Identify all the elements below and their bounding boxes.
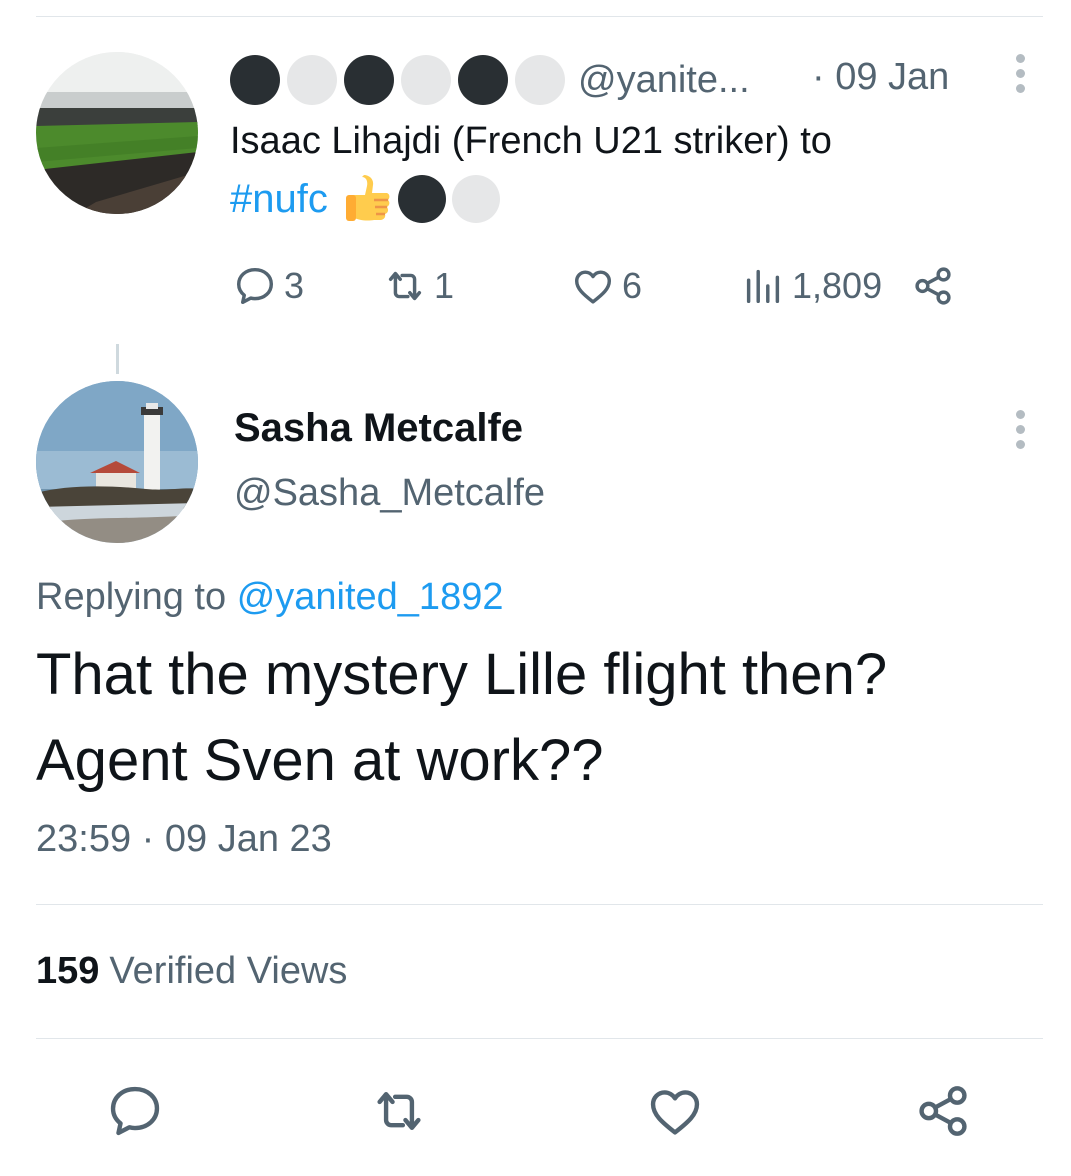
parent-reply-button[interactable]: 3 <box>232 258 304 314</box>
parent-action-bar: 3 1 6 1,809 <box>232 258 972 314</box>
white-circle-emoji <box>515 55 565 105</box>
reply-action-bar <box>0 1076 1071 1146</box>
black-circle-emoji <box>230 55 280 105</box>
stadium-avatar-image <box>36 52 198 214</box>
reply-tweet-text: That the mystery Lille flight then? Agen… <box>36 632 1046 804</box>
parent-avatar[interactable] <box>36 52 198 214</box>
reply-text-line1: That the mystery Lille flight then? <box>36 642 888 707</box>
parent-share-button[interactable] <box>910 258 956 314</box>
replying-to-label: Replying to <box>36 576 227 618</box>
parent-like-button[interactable]: 6 <box>570 258 642 314</box>
retweet-icon <box>388 271 422 301</box>
parent-retweet-button[interactable]: 1 <box>382 258 454 314</box>
divider <box>36 1038 1043 1039</box>
share-icon <box>919 1086 967 1136</box>
parent-views-button[interactable]: 1,809 <box>740 258 882 314</box>
verified-views-count: 159 <box>36 950 100 992</box>
views-count: 1,809 <box>792 265 883 306</box>
like-count: 6 <box>622 265 643 306</box>
reply-text-line2: Agent Sven at work?? <box>36 728 604 793</box>
heart-icon <box>574 270 612 304</box>
parent-tweet-text-line2: #nufc <box>230 172 506 226</box>
reply-avatar[interactable] <box>36 381 198 543</box>
white-circle-emoji <box>287 55 337 105</box>
share-icon <box>915 267 951 305</box>
share-button[interactable] <box>908 1076 978 1146</box>
lighthouse-avatar-image <box>36 381 198 543</box>
views-bar-chart-icon <box>746 269 780 304</box>
white-circle-emoji <box>401 55 451 105</box>
black-circle-emoji <box>344 55 394 105</box>
verified-views[interactable]: 159 Verified Views <box>36 950 347 993</box>
parent-tweet-text: Isaac Lihajdi (French U21 striker) to <box>230 120 832 162</box>
reply-handle[interactable]: @Sasha_Metcalfe <box>234 472 545 515</box>
parent-handle[interactable]: @yanite... <box>578 59 750 102</box>
hashtag-link[interactable]: #nufc <box>230 177 328 222</box>
reply-bubble-icon <box>236 267 274 305</box>
black-circle-emoji <box>458 55 508 105</box>
retweet-count: 1 <box>434 265 455 306</box>
parent-date[interactable]: · 09 Jan <box>812 56 949 99</box>
reply-count: 3 <box>284 265 305 306</box>
verified-views-label: Verified Views <box>109 950 348 992</box>
reply-display-name[interactable]: Sasha Metcalfe <box>234 406 523 451</box>
top-divider <box>36 16 1043 17</box>
thumbs-up-emoji <box>345 175 390 221</box>
parent-author-row[interactable]: @yanite... <box>230 54 750 106</box>
retweet-button[interactable] <box>364 1076 434 1146</box>
like-button[interactable] <box>640 1076 710 1146</box>
thread-connector-line <box>116 344 119 374</box>
divider <box>36 904 1043 905</box>
more-vertical-icon[interactable] <box>1013 410 1027 449</box>
replying-to-mention[interactable]: @yanited_1892 <box>237 576 504 618</box>
white-circle-emoji <box>451 175 500 223</box>
reply-bubble-icon <box>110 1086 160 1136</box>
heart-icon <box>650 1090 700 1135</box>
black-circle-emoji <box>397 175 446 223</box>
reply-button[interactable] <box>100 1076 170 1146</box>
more-vertical-icon[interactable] <box>1013 54 1027 93</box>
retweet-icon <box>377 1092 421 1130</box>
reply-timestamp[interactable]: 23:59 · 09 Jan 23 <box>36 818 332 861</box>
replying-to-line: Replying to @yanited_1892 <box>36 576 503 619</box>
